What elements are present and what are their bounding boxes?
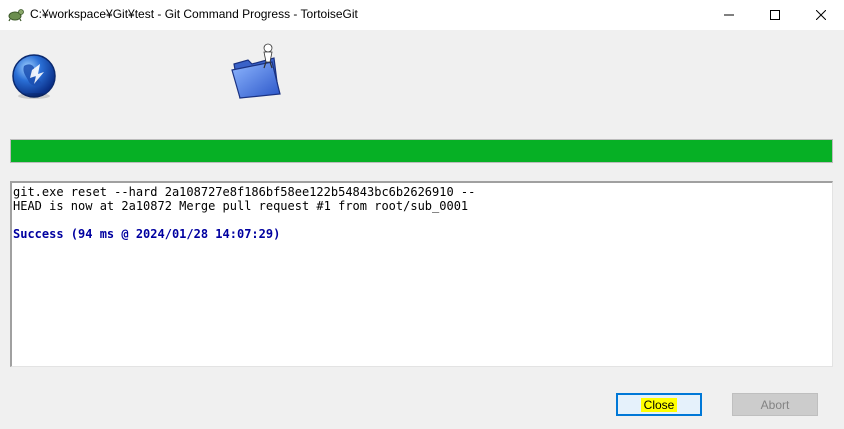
maximize-icon <box>770 9 780 20</box>
close-button-label: Close <box>640 397 678 412</box>
folder-icon <box>231 43 281 99</box>
close-button[interactable]: Close <box>616 393 702 416</box>
tortoisegit-icon <box>8 9 24 22</box>
output-line: git.exe reset --hard 2a108727e8f186bf58e… <box>13 185 476 199</box>
minimize-button[interactable] <box>706 0 752 29</box>
command-output: git.exe reset --hard 2a108727e8f186bf58e… <box>10 181 833 367</box>
minimize-icon <box>724 14 734 15</box>
output-line: HEAD is now at 2a10872 Merge pull reques… <box>13 199 469 213</box>
window-close-button[interactable] <box>798 0 844 29</box>
title-bar: C:¥workspace¥Git¥test - Git Command Prog… <box>0 0 844 30</box>
window-title: C:¥workspace¥Git¥test - Git Command Prog… <box>30 7 358 21</box>
progress-bar <box>10 139 833 163</box>
maximize-button[interactable] <box>752 0 798 29</box>
close-icon <box>816 9 826 20</box>
globe-icon <box>12 54 56 99</box>
abort-button-label: Abort <box>760 397 790 412</box>
abort-button[interactable]: Abort <box>732 393 818 416</box>
success-line: Success (94 ms @ 2024/01/28 14:07:29) <box>13 227 281 241</box>
